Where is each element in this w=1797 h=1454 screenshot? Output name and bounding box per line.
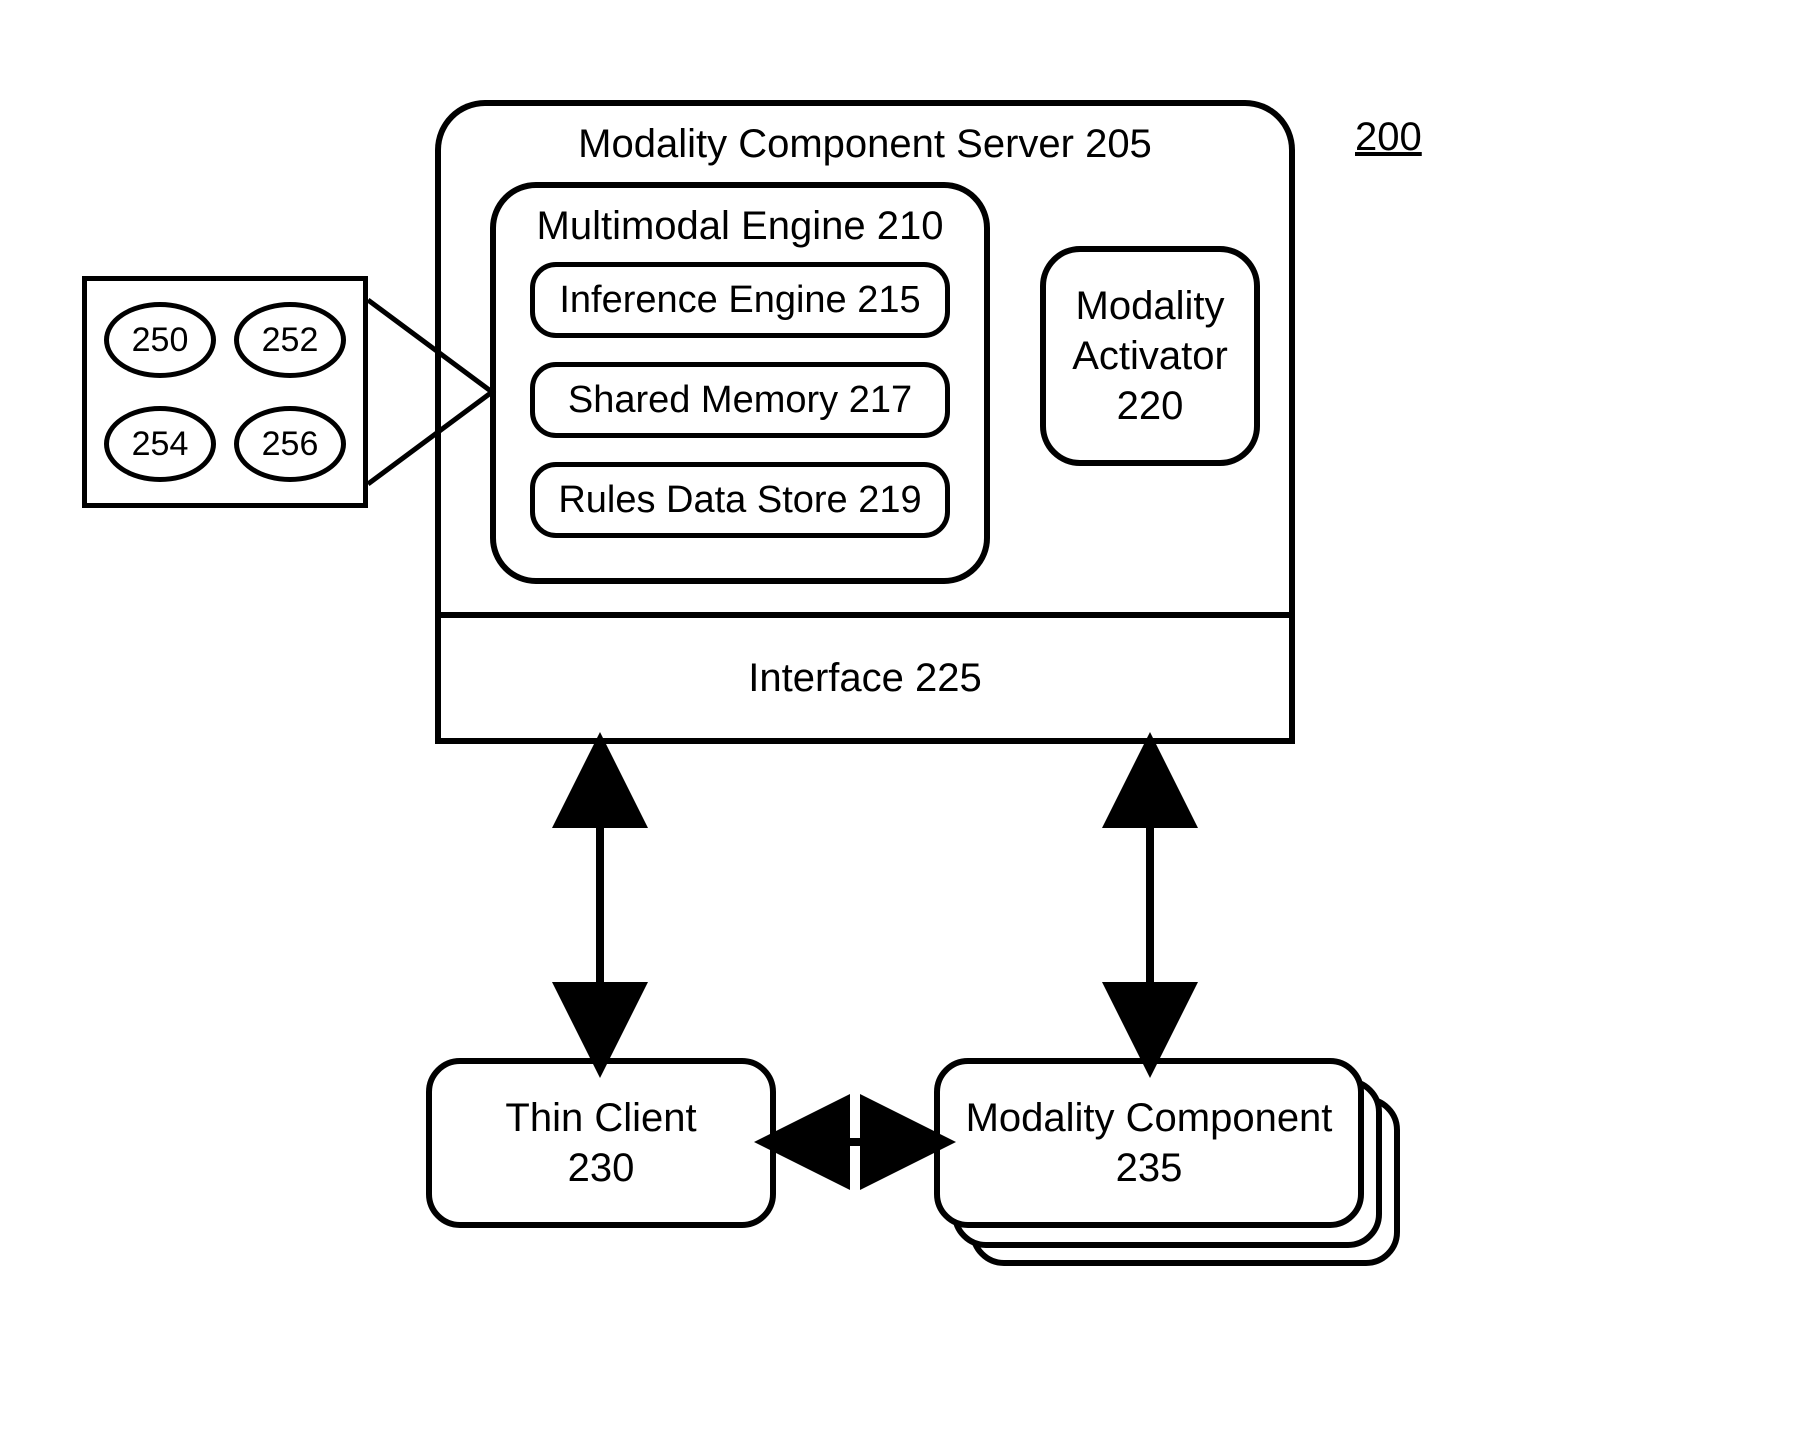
modality-component-box: Modality Component 235 [934,1058,1364,1228]
rules-data-store-label: Rules Data Store 219 [558,479,921,522]
server-title: Modality Component Server 205 [441,122,1289,167]
interface-box: Interface 225 [435,612,1295,744]
activator-line2: Activator [1072,331,1228,381]
callout-oval-250: 250 [104,302,216,378]
thin-client-box: Thin Client 230 [426,1058,776,1228]
callout-oval-254: 254 [104,406,216,482]
callout-256: 256 [262,425,319,464]
interface-label: Interface 225 [748,656,982,701]
shared-memory-label: Shared Memory 217 [568,379,912,422]
callout-oval-256: 256 [234,406,346,482]
callout-250: 250 [132,321,189,360]
inference-engine-box: Inference Engine 215 [530,262,950,338]
modality-component-line1: Modality Component [966,1093,1333,1143]
callout-oval-252: 252 [234,302,346,378]
modality-component-line2: 235 [1116,1143,1183,1193]
rules-data-store-box: Rules Data Store 219 [530,462,950,538]
diagram-canvas: 200 Interface 225 Modality Component Ser… [0,0,1797,1454]
activator-line3: 220 [1117,381,1184,431]
modality-activator-box: Modality Activator 220 [1040,246,1260,466]
engine-title: Multimodal Engine 210 [496,204,984,249]
inference-engine-label: Inference Engine 215 [559,279,920,322]
shared-memory-box: Shared Memory 217 [530,362,950,438]
activator-line1: Modality [1076,281,1225,331]
callout-252: 252 [262,321,319,360]
figure-number: 200 [1355,115,1422,160]
callout-254: 254 [132,425,189,464]
thin-client-line2: 230 [568,1143,635,1193]
thin-client-line1: Thin Client [505,1093,696,1143]
